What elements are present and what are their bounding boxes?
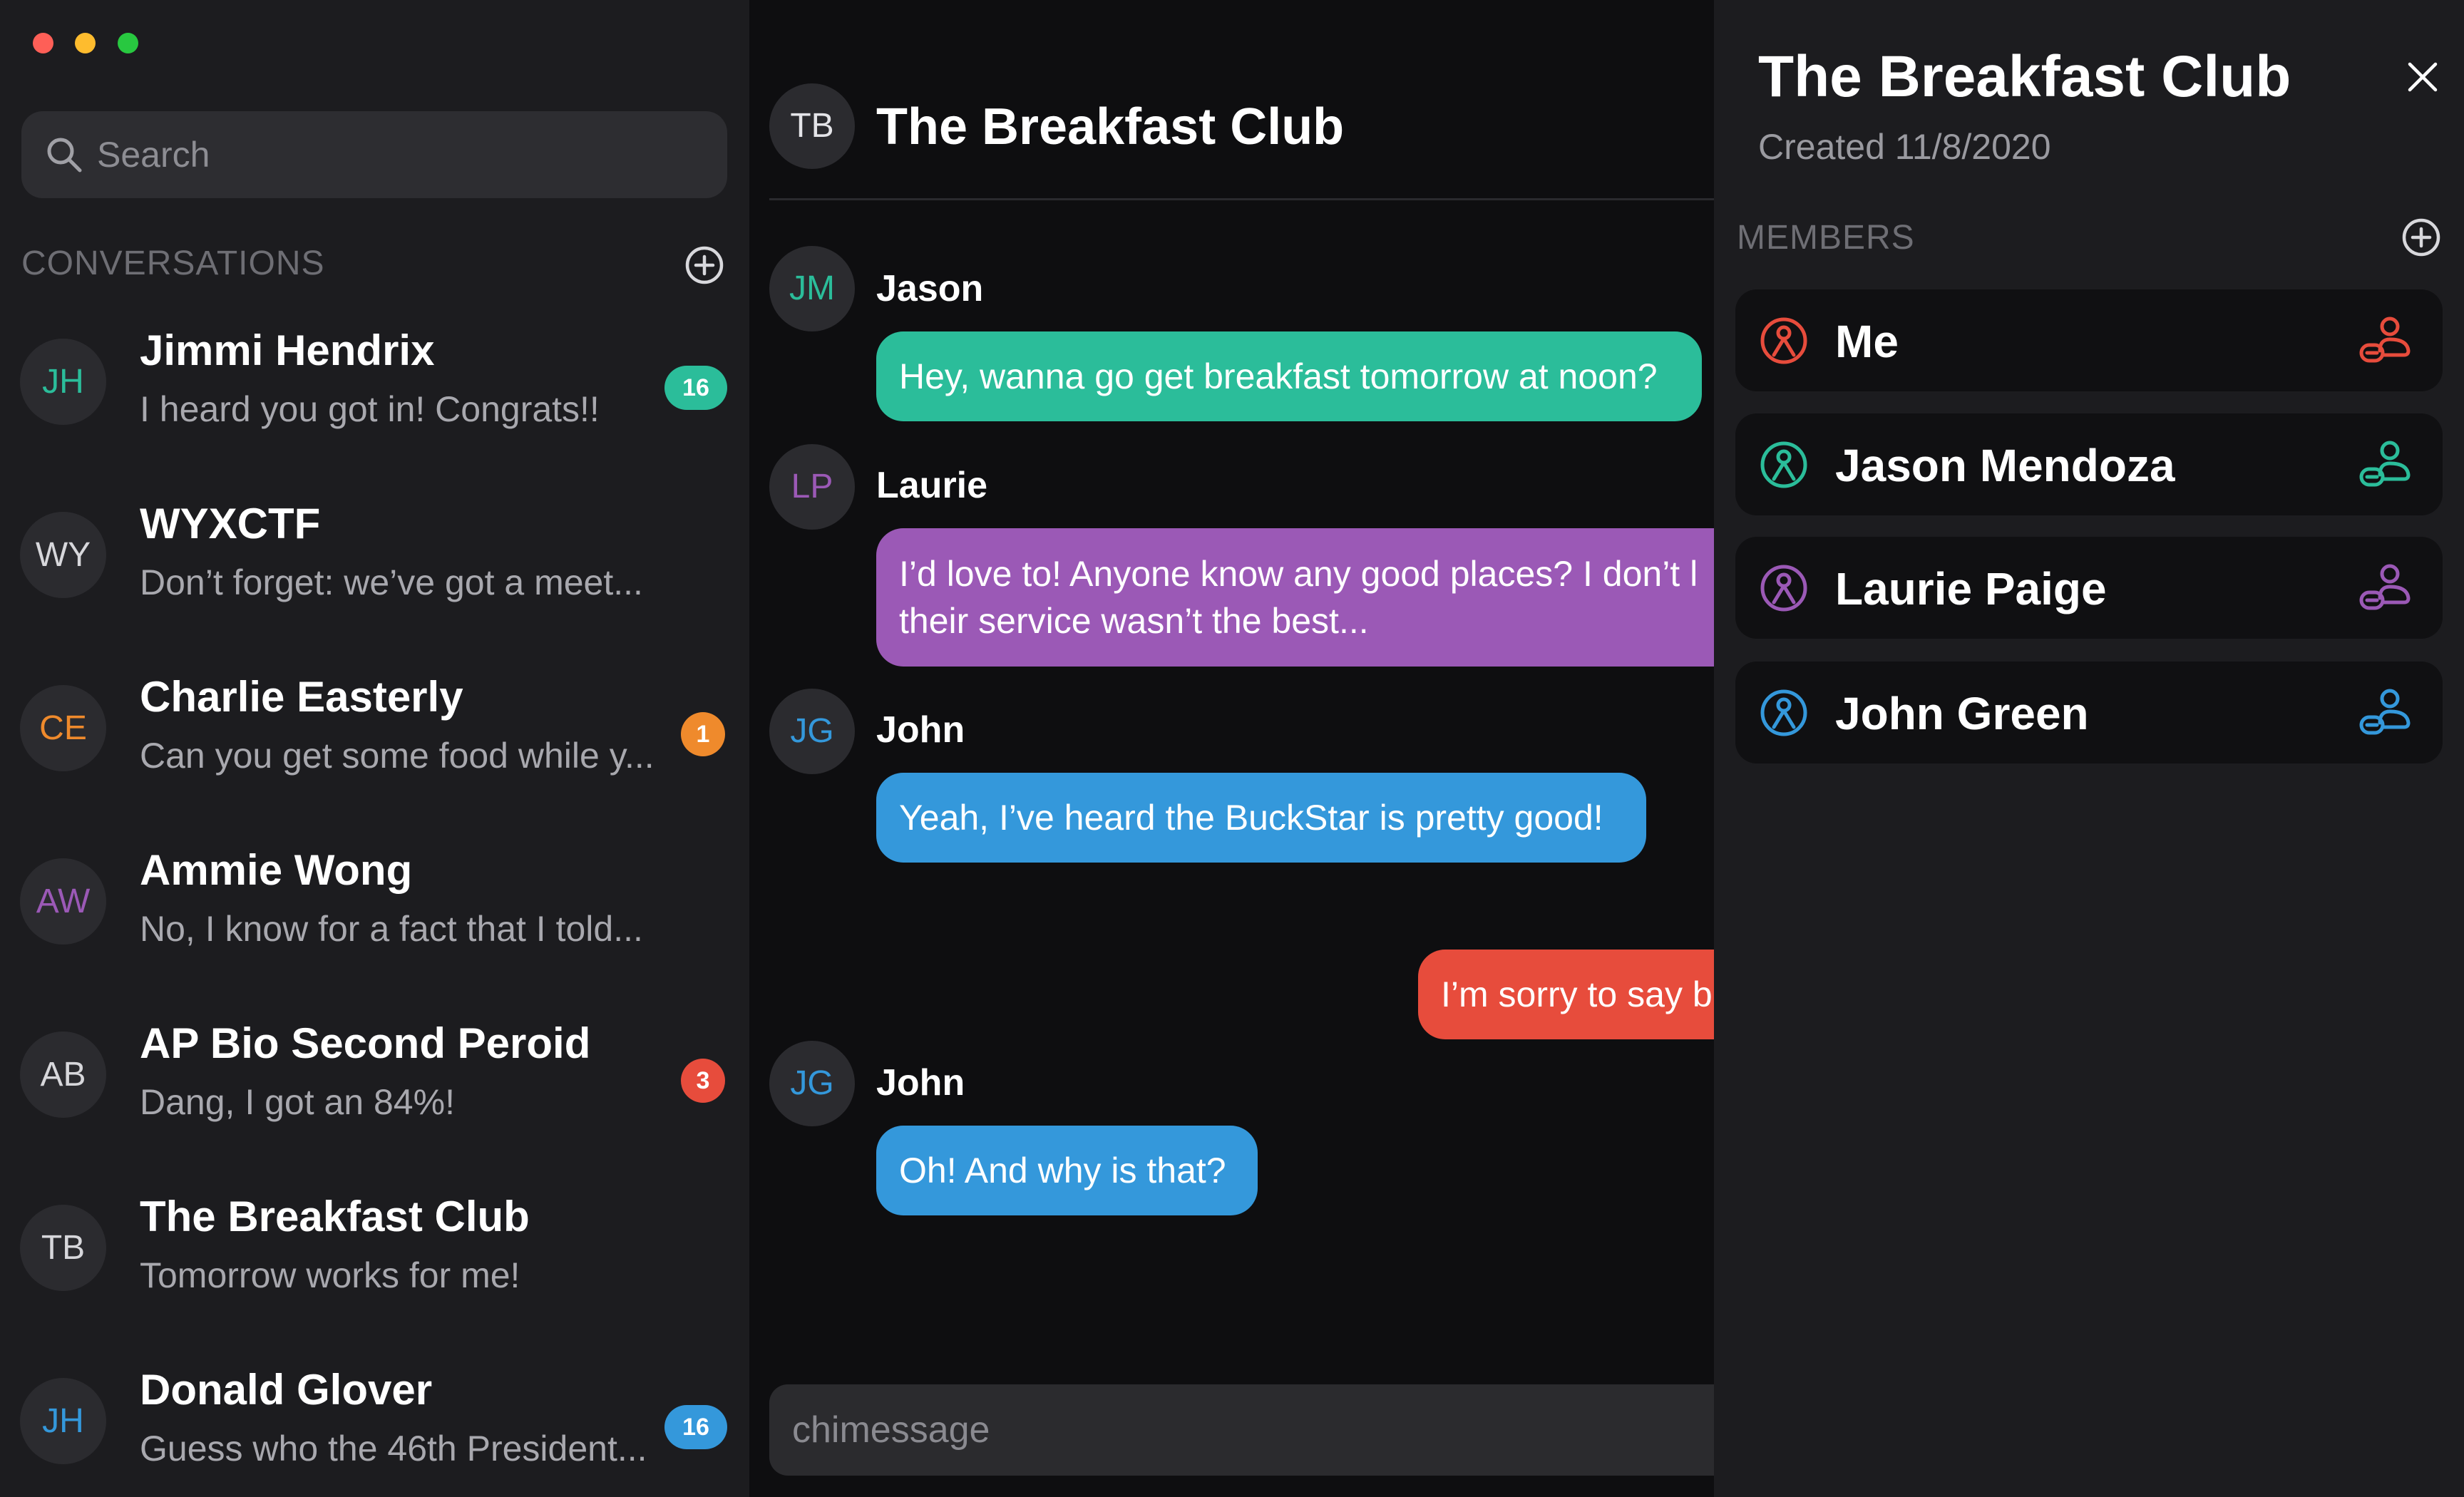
member-name: Laurie Paige [1835, 563, 2107, 614]
unread-badge: 3 [681, 1059, 725, 1103]
member-name: Jason Mendoza [1835, 440, 2175, 491]
remove-member-icon[interactable] [2358, 687, 2413, 739]
conversation-preview: Don’t forget: we’ve got a meet... [140, 562, 643, 602]
message-bubble: Hey, wanna go get breakfast tomorrow at … [876, 331, 1702, 421]
conversation-name: Donald Glover [140, 1366, 433, 1414]
member-item[interactable]: Me [1735, 289, 2443, 391]
message-avatar: JG [769, 689, 855, 774]
message-text-line: I’d love to! Anyone know any good places… [899, 554, 1698, 594]
conversation-preview: Guess who the 46th President... [140, 1429, 647, 1468]
window-maximize-button[interactable] [118, 33, 138, 53]
members-header: MEMBERS [1737, 219, 1915, 257]
message-text-line: their service wasn’t the best... [899, 601, 1369, 641]
add-member-icon[interactable] [2401, 217, 2441, 257]
avatar: CE [20, 685, 106, 771]
conversation-name: WYXCTF [140, 500, 321, 547]
message-avatar: LP [769, 444, 855, 530]
chat-header-divider [769, 198, 1714, 200]
person-icon [1760, 564, 1808, 612]
message-composer[interactable]: chimessage [769, 1384, 1714, 1476]
message-sender: Jason [876, 268, 984, 309]
conversations-header: CONVERSATIONS [21, 245, 325, 282]
sidebar: Search CONVERSATIONS JH Jimmi Hendrix I he… [0, 0, 749, 1497]
conversation-name: The Breakfast Club [140, 1193, 530, 1240]
person-icon [1760, 441, 1808, 489]
person-icon [1760, 317, 1808, 365]
remove-member-icon[interactable] [2358, 439, 2413, 490]
unread-badge: 16 [664, 366, 727, 410]
search-placeholder: Search [97, 135, 210, 175]
unread-badge: 16 [664, 1405, 727, 1449]
conversation-item[interactable]: AW Ammie Wong No, I know for a fact that I… [0, 823, 749, 996]
conversation-item[interactable]: CE Charlie Easterly Can you get some food … [0, 649, 749, 823]
conversation-preview: Dang, I got an 84%! [140, 1082, 455, 1122]
conversation-item[interactable]: JH Donald Glover Guess who the 46th Presid… [0, 1342, 749, 1497]
avatar: AW [20, 858, 106, 945]
avatar: AB [20, 1032, 106, 1118]
member-name: Me [1835, 316, 1899, 367]
message-text: Hey, wanna go get breakfast tomorrow at … [899, 356, 1658, 396]
conversation-item[interactable]: AB AP Bio Second Peroid Dang, I got an 84%… [0, 996, 749, 1169]
search-input[interactable]: Search [21, 111, 727, 198]
member-name: John Green [1835, 688, 2089, 739]
conversation-name: AP Bio Second Peroid [140, 1019, 591, 1067]
chat-avatar: TB [769, 83, 855, 169]
member-item[interactable]: Jason Mendoza [1735, 413, 2443, 515]
message-bubble: Yeah, I’ve heard the BuckStar is pretty … [876, 773, 1646, 863]
conversation-preview: No, I know for a fact that I told... [140, 909, 643, 949]
chat-title: The Breakfast Club [876, 98, 1345, 155]
conversation-preview: I heard you got in! Congrats!! [140, 389, 600, 429]
message-bubble: Oh! And why is that? [876, 1126, 1258, 1215]
conversation-name: Ammie Wong [140, 846, 413, 894]
details-created-date: Created 11/8/2020 [1758, 127, 2051, 167]
search-icon [47, 138, 82, 173]
message-text: Oh! And why is that? [899, 1151, 1226, 1190]
unread-badge: 1 [681, 712, 725, 756]
message-sender: John [876, 1062, 965, 1104]
avatar: JH [20, 339, 106, 425]
message-text: I’m sorry to say b [1441, 974, 1713, 1014]
avatar: WY [20, 512, 106, 598]
conversation-preview: Can you get some food while y... [140, 736, 654, 776]
conversation-name: Charlie Easterly [140, 673, 463, 721]
details-title: The Breakfast Club [1758, 44, 2291, 109]
message-avatar: JG [769, 1041, 855, 1126]
remove-member-icon[interactable] [2358, 562, 2413, 614]
person-icon [1760, 689, 1808, 737]
conversation-item[interactable]: TB The Breakfast Club Tomorrow works for m… [0, 1169, 749, 1342]
remove-member-icon[interactable] [2358, 315, 2413, 366]
close-icon[interactable] [2403, 57, 2443, 97]
member-item[interactable]: John Green [1735, 662, 2443, 763]
composer-placeholder: chimessage [792, 1409, 990, 1451]
conversation-preview: Tomorrow works for me! [140, 1255, 520, 1295]
message-text: Yeah, I’ve heard the BuckStar is pretty … [899, 798, 1603, 838]
message-bubble: I’d love to! Anyone know any good places… [876, 528, 1714, 667]
messaging-app: Search CONVERSATIONS JH Jimmi Hendrix I he… [0, 0, 2464, 1497]
conversation-name: Jimmi Hendrix [140, 326, 435, 374]
avatar: TB [20, 1205, 106, 1291]
window-minimize-button[interactable] [75, 33, 96, 53]
member-item[interactable]: Laurie Paige [1735, 537, 2443, 639]
outgoing-message-bubble: I’m sorry to say b [1418, 950, 1714, 1039]
add-conversation-icon[interactable] [684, 245, 724, 285]
chat-panel: TB The Breakfast Club JM Jason Hey, wanna … [749, 0, 1714, 1497]
message-sender: John [876, 709, 965, 751]
details-panel: The Breakfast Club Created 11/8/2020 MEM… [1714, 0, 2464, 1497]
message-sender: Laurie [876, 465, 988, 506]
window-close-button[interactable] [33, 33, 53, 53]
conversation-item[interactable]: WY WYXCTF Don’t forget: we’ve got a meet..… [0, 476, 749, 649]
message-avatar: JM [769, 246, 855, 331]
avatar: JH [20, 1378, 106, 1464]
conversation-item[interactable]: JH Jimmi Hendrix I heard you got in! Congr… [0, 303, 749, 476]
